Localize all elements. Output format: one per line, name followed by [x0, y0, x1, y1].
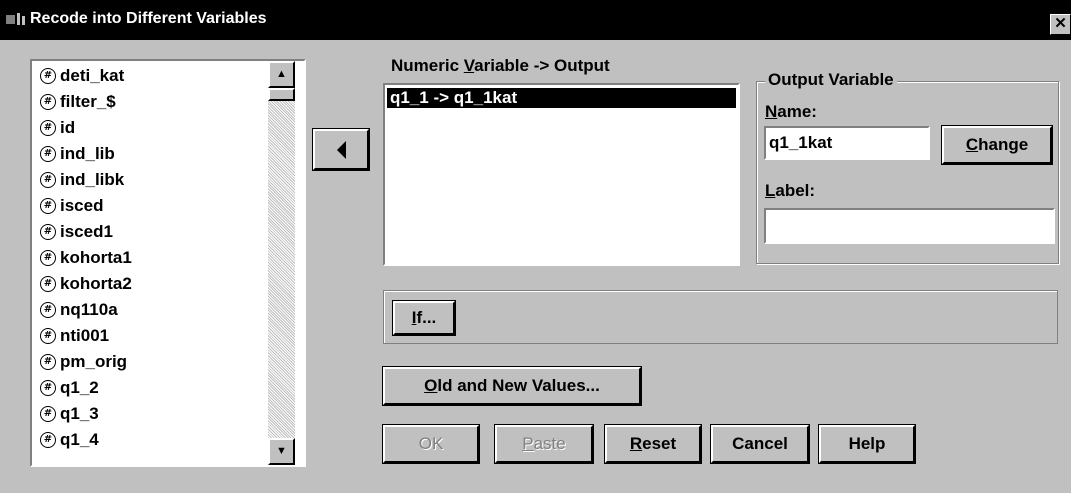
- output-label-field[interactable]: [764, 208, 1055, 244]
- numeric-variable-icon: #: [40, 224, 56, 240]
- cancel-button[interactable]: Cancel: [710, 424, 810, 464]
- variable-list-item[interactable]: # deti_kat: [40, 63, 124, 89]
- scrollbar-thumb[interactable]: [268, 88, 295, 101]
- variable-name: q1_3: [60, 404, 99, 423]
- label-label: Label:: [765, 181, 816, 200]
- variable-name: kohorta2: [60, 274, 132, 293]
- variable-list-item[interactable]: # isced1: [40, 219, 113, 245]
- source-variable-list[interactable]: # deti_kat # filter_$ # id # ind_lib # ind_libk # i…: [30, 59, 306, 467]
- numeric-variable-icon: #: [40, 68, 56, 84]
- variable-list-item[interactable]: # q1_4: [40, 427, 99, 453]
- numeric-variable-icon: #: [40, 276, 56, 292]
- numeric-variable-icon: #: [40, 302, 56, 318]
- variable-name: ind_lib: [60, 144, 115, 163]
- variable-name: nq110a: [60, 300, 118, 319]
- variable-name: isced: [60, 196, 104, 215]
- variable-list-item[interactable]: # pm_orig: [40, 349, 127, 375]
- close-button[interactable]: ✕: [1050, 14, 1071, 35]
- name-label: Name:: [765, 102, 817, 121]
- output-variable-group-title: Output Variable: [765, 70, 897, 90]
- variable-list-item[interactable]: # q1_3: [40, 401, 99, 427]
- scrollbar-track[interactable]: [268, 61, 295, 465]
- variable-name: pm_orig: [60, 352, 128, 371]
- scroll-down-button[interactable]: ▼: [268, 438, 295, 465]
- help-button[interactable]: Help: [818, 424, 916, 464]
- scroll-up-button[interactable]: ▲: [268, 61, 295, 88]
- variable-list-item[interactable]: # q1_2: [40, 375, 99, 401]
- variable-name: id: [60, 118, 76, 137]
- variable-name: filter_$: [60, 92, 116, 111]
- paste-button[interactable]: Paste: [494, 424, 594, 464]
- if-condition-frame: [383, 290, 1058, 344]
- variable-list-item[interactable]: # kohorta1: [40, 245, 132, 271]
- output-name-field[interactable]: q1_1kat: [764, 126, 930, 160]
- app-icon: [6, 13, 25, 25]
- mapping-item-selected[interactable]: q1_1 -> q1_1kat: [387, 88, 736, 108]
- numeric-variable-icon: #: [40, 328, 56, 344]
- variable-list-item[interactable]: # nti001: [40, 323, 109, 349]
- variable-list-item[interactable]: # ind_libk: [40, 167, 124, 193]
- variable-name: kohorta1: [60, 248, 132, 267]
- old-new-values-button[interactable]: Old and New Values...: [382, 366, 642, 406]
- numeric-variable-icon: #: [40, 146, 56, 162]
- window-title: Recode into Different Variables: [30, 10, 267, 27]
- numeric-variable-icon: #: [40, 94, 56, 110]
- variable-list-item[interactable]: # kohorta2: [40, 271, 132, 297]
- numeric-variable-icon: #: [40, 380, 56, 396]
- arrow-up-icon: ▲: [276, 68, 287, 80]
- numeric-variable-icon: #: [40, 198, 56, 214]
- reset-button[interactable]: Reset: [604, 424, 702, 464]
- arrow-down-icon: ▼: [276, 445, 287, 457]
- numeric-variable-icon: #: [40, 172, 56, 188]
- variable-list-item[interactable]: # ind_lib: [40, 141, 115, 167]
- numeric-variable-icon: #: [40, 120, 56, 136]
- change-button[interactable]: Change: [941, 125, 1053, 165]
- variable-list-scrollbar[interactable]: ▲ ▼: [268, 61, 295, 465]
- variable-name: ind_libk: [60, 170, 125, 189]
- variable-name: isced1: [60, 222, 113, 241]
- close-icon: ✕: [1054, 15, 1067, 32]
- variable-name: deti_kat: [60, 66, 125, 85]
- ok-button[interactable]: OK: [382, 424, 480, 464]
- variable-list-item[interactable]: # id: [40, 115, 75, 141]
- if-button[interactable]: If...: [392, 300, 456, 336]
- variable-name: q1_4: [60, 430, 99, 449]
- variable-name: nti001: [60, 326, 110, 345]
- numeric-variable-icon: #: [40, 406, 56, 422]
- move-variable-button[interactable]: [312, 128, 370, 171]
- variable-list-item[interactable]: # isced: [40, 193, 103, 219]
- arrow-left-icon: [336, 140, 346, 159]
- numeric-variable-icon: #: [40, 354, 56, 370]
- mapping-list-label: Numeric Variable -> Output: [391, 56, 610, 75]
- numeric-variable-icon: #: [40, 432, 56, 448]
- title-bar: Recode into Different Variables ✕: [0, 0, 1071, 40]
- variable-list-item[interactable]: # nq110a: [40, 297, 118, 323]
- variable-name: q1_2: [60, 378, 99, 397]
- variable-list-item[interactable]: # filter_$: [40, 89, 116, 115]
- mapping-list[interactable]: q1_1 -> q1_1kat: [383, 83, 740, 266]
- numeric-variable-icon: #: [40, 250, 56, 266]
